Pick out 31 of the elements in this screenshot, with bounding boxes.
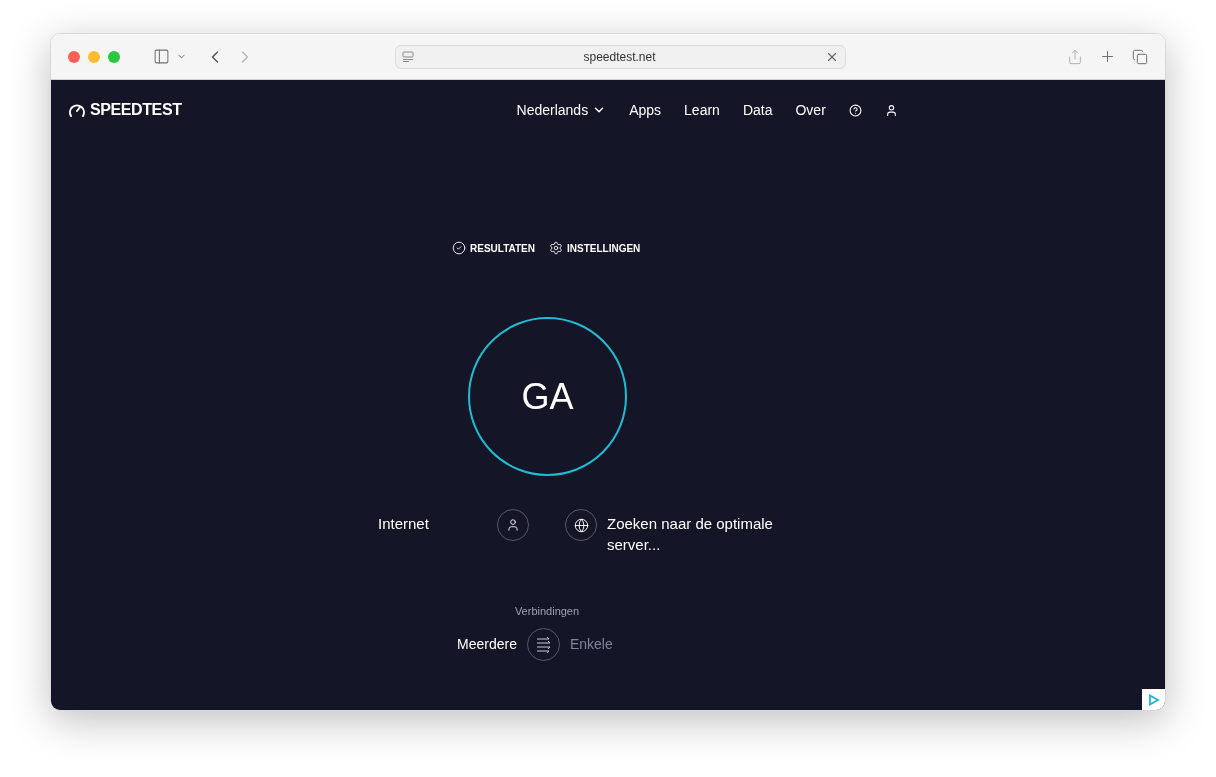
close-window-button[interactable]: [68, 50, 80, 63]
page-tab[interactable]: INSTELLINGEN: [549, 240, 641, 256]
language-dropdown[interactable]: Nederlands: [516, 99, 607, 121]
connection-option[interactable]: Meerdere: [457, 633, 517, 655]
logo-text: SPEEDTEST: [90, 100, 182, 120]
provider-name: Internet: [378, 514, 430, 534]
page-tab[interactable]: RESULTATEN: [452, 240, 535, 256]
connections-toggle-icon[interactable]: [526, 627, 560, 661]
gauge-icon: [68, 102, 86, 118]
url-text: speedtest.net: [582, 48, 657, 66]
nav-link[interactable]: Over: [795, 99, 826, 121]
nav-link[interactable]: Data: [742, 99, 773, 121]
play-icon: [1147, 693, 1160, 706]
connections-label: Verbindingen: [513, 604, 581, 619]
nav-link[interactable]: Apps: [629, 99, 662, 121]
sidebar-icon[interactable]: [153, 48, 170, 65]
help-icon[interactable]: [848, 103, 862, 117]
connection-option[interactable]: Enkele: [569, 633, 613, 655]
server-status: Zoeken naar de optimale server...: [607, 514, 774, 555]
start-button[interactable]: GA: [468, 317, 627, 476]
address-field[interactable]: speedtest.net: [395, 44, 846, 69]
ad-badge[interactable]: [1142, 689, 1165, 710]
nav-link[interactable]: Learn: [684, 99, 720, 121]
account-icon[interactable]: [884, 103, 898, 117]
maximize-window-button[interactable]: [108, 50, 120, 63]
tabs-overview-icon[interactable]: [1132, 48, 1148, 65]
page-icon: [402, 50, 414, 63]
share-icon[interactable]: [1067, 48, 1083, 65]
settings-icon: [549, 241, 563, 255]
check-circle-icon: [452, 241, 466, 255]
new-tab-icon[interactable]: [1099, 48, 1116, 65]
